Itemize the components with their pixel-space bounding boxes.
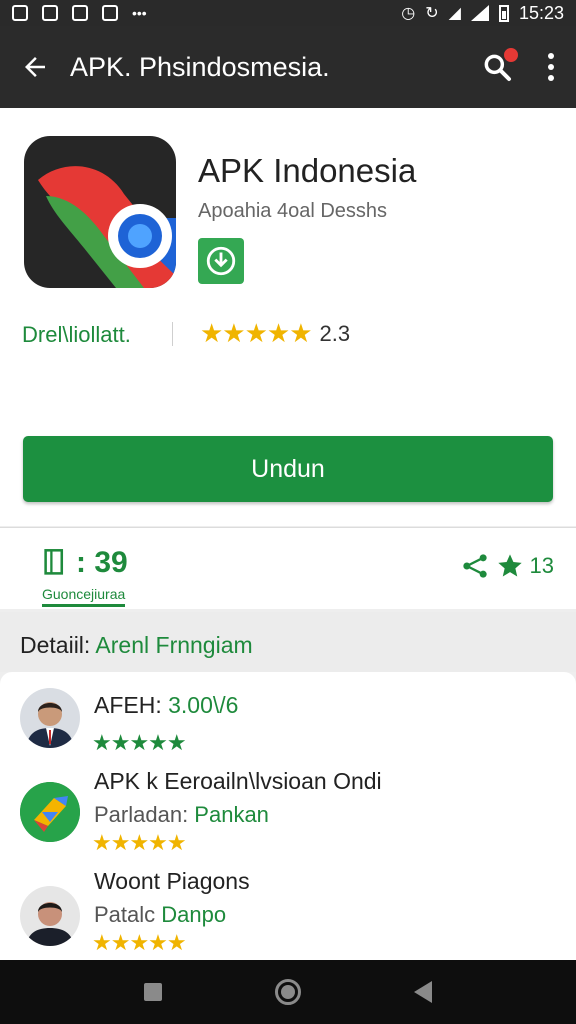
overflow-icon: ••• <box>132 5 147 21</box>
list-item-title: AFEH: 3.00\/6 <box>94 692 238 719</box>
status-bar: ••• ◷ ↻ ◢ 15:23 <box>0 0 576 26</box>
calendar-icon <box>72 5 88 21</box>
app-logo-avatar <box>20 782 80 842</box>
more-vert-icon[interactable] <box>526 26 576 108</box>
back-nav-button[interactable] <box>414 981 432 1003</box>
list-item-subtitle: Parladan: Pankan <box>94 802 269 828</box>
photo-icon <box>102 5 118 21</box>
details-section: Detaiil: Arenl Frnngiam <box>0 612 576 672</box>
back-button[interactable] <box>0 26 70 108</box>
recents-button[interactable] <box>144 983 162 1001</box>
list-item[interactable]: Woont Piagons Patalc Danpo ★★★★★ <box>0 868 576 960</box>
related-list: AFEH: 3.00\/6 ★★★★★ APK k Eeroailn\lvsio… <box>0 672 576 960</box>
notification-badge <box>502 46 520 64</box>
list-item-stars: ★★★★★ <box>92 830 187 855</box>
list-item-sub-label: Parladan: <box>94 802 189 827</box>
wifi-icon: ◢ <box>448 5 461 22</box>
list-item-sub-value: Danpo <box>155 902 227 927</box>
details-label: Detaiil: <box>20 632 91 658</box>
arrow-left-icon <box>25 57 45 77</box>
list-item-sub-value: Pankan <box>188 802 269 827</box>
rating-stars: ★★★★★ <box>200 318 313 348</box>
search-button[interactable] <box>468 26 526 108</box>
rating-row: ★★★★★ 2.3 <box>200 318 350 349</box>
share-icon <box>462 554 487 578</box>
rating-count: 2.3 <box>319 320 351 346</box>
list-item-title-label: AFEH: <box>94 692 162 718</box>
list-item-stars: ★★★★★ <box>92 930 187 955</box>
list-item[interactable]: AFEH: 3.00\/6 ★★★★★ <box>0 684 576 766</box>
developer-link[interactable]: Drel\liollatt. <box>22 322 131 348</box>
notification-icon <box>12 5 28 21</box>
list-item-subtitle: Patalc Danpo <box>94 902 226 928</box>
battery-icon <box>498 4 509 22</box>
page-title: APK. Phsindosmesia. <box>70 51 330 82</box>
divider <box>172 322 173 346</box>
downloads-count: : 39 <box>76 546 128 579</box>
bookmark-icon <box>42 5 58 21</box>
list-item-title: Woont Piagons <box>94 868 250 894</box>
share-stat[interactable]: 13 <box>460 552 554 580</box>
man-in-suit-avatar <box>20 688 80 748</box>
app-header-card: APK Indonesia Apoahia 4oal Desshs Drel\l… <box>0 108 576 526</box>
app-logo-icon <box>24 136 176 288</box>
download-arrow-icon <box>198 238 244 284</box>
sync-icon: ↻ <box>425 5 439 22</box>
alarm-icon: ◷ <box>401 5 416 22</box>
download-button[interactable]: Undun <box>23 436 553 502</box>
system-nav-bar <box>0 960 576 1024</box>
downloads-stat[interactable]: : 39 Guoncejiuraa <box>42 546 128 607</box>
app-name: APK Indonesia <box>198 152 417 189</box>
man-avatar <box>20 886 80 946</box>
share-count: 13 <box>529 553 554 578</box>
app-bar: APK. Phsindosmesia. <box>0 26 576 108</box>
details-title: Detaiil: Arenl Frnngiam <box>20 632 253 659</box>
star-icon <box>497 554 522 577</box>
list-item-sub-label: Patalc <box>94 902 156 927</box>
signal-icon <box>470 5 489 21</box>
list-item-stars: ★★★★★ <box>92 730 187 755</box>
home-button[interactable] <box>275 979 301 1005</box>
status-time: 15:23 <box>518 2 564 23</box>
stats-row: : 39 Guoncejiuraa 13 <box>0 527 576 609</box>
list-item-title: APK k Eeroailn\lvsioan Ondi <box>94 768 382 794</box>
app-subtitle: Apoahia 4oal Desshs <box>198 200 388 222</box>
file-icon <box>44 549 64 575</box>
downloads-label: Guoncejiuraa <box>42 586 126 607</box>
details-value: Arenl Frnngiam <box>90 632 253 658</box>
list-item[interactable]: APK k Eeroailn\lvsioan Ondi Parladan: Pa… <box>0 768 576 860</box>
list-item-title-value: 3.00\/6 <box>161 692 239 718</box>
